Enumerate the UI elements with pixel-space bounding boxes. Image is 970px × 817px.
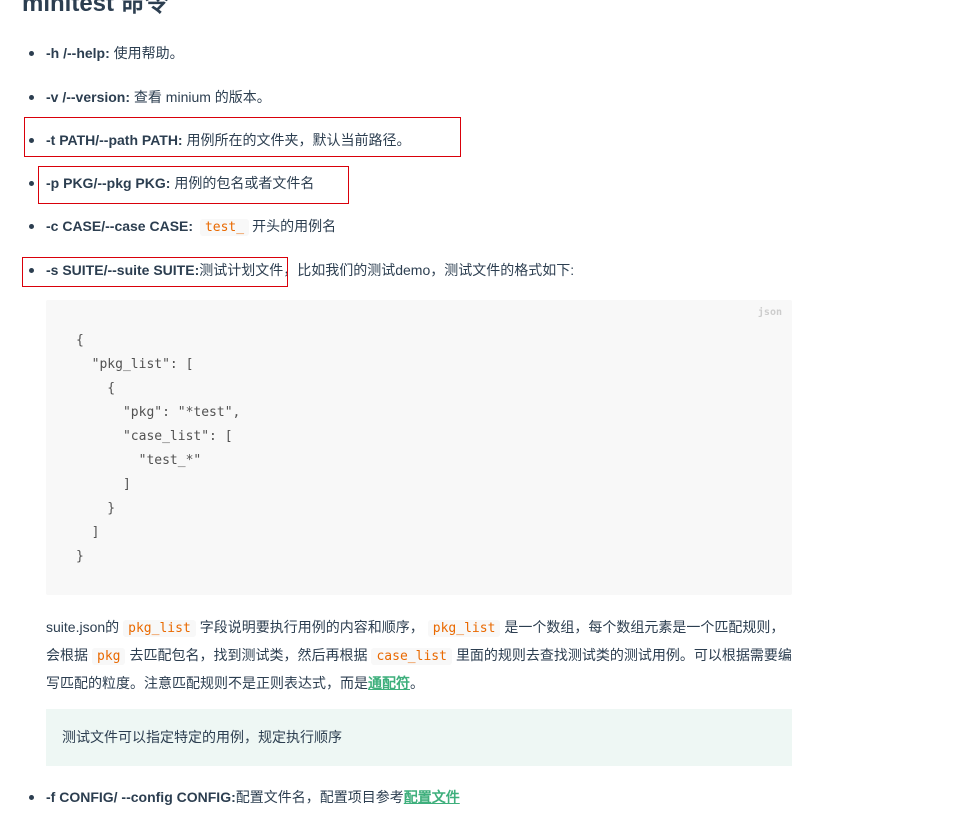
option-flag: -h /--help: [46,45,110,61]
highlight-box-suite [22,257,288,287]
option-description: 开头的用例名 [252,218,337,234]
page-title: minitest 命令 [22,0,169,17]
inline-code: case_list [371,648,452,665]
paragraph-text: 。 [410,675,424,691]
inline-code: test_ [199,219,250,236]
paragraph-text: 字段说明要执行用例的内容和顺序， [199,619,424,635]
tip-box: 测试文件可以指定特定的用例，规定执行顺序 [46,709,792,766]
option-case: -c CASE/--case CASE: test_ 开头的用例名 [28,216,337,238]
option-description: 查看 minium 的版本。 [130,89,271,105]
option-description: 配置文件名，配置项目参考 [235,789,404,805]
option-version: -v /--version: 查看 minium 的版本。 [29,87,271,107]
code-block: json { "pkg_list": [ { "pkg": "*test", "… [46,300,792,595]
option-help: -h /--help: 使用帮助。 [29,43,184,63]
paragraph-text: 去匹配包名，找到测试类，然后再根据 [129,647,368,663]
code-language-label: json [757,307,782,318]
option-flag: -v /--version: [46,89,131,105]
suite-description-paragraph: suite.json的 pkg_list 字段说明要执行用例的内容和顺序， pkg_l… [46,614,792,696]
config-file-link[interactable]: 配置文件 [404,789,460,805]
highlight-box-pkg [38,166,349,204]
option-flag: -f CONFIG/ --config CONFIG: [46,789,236,805]
inline-code: pkg_list [427,620,501,637]
inline-code: pkg_list [123,620,196,637]
code-content: { "pkg_list": [ { "pkg": "*test", "case_… [76,333,241,564]
paragraph-text: suite.json的 [46,619,120,635]
option-flag: -c CASE/--case CASE: [46,218,194,234]
inline-code: pkg [92,648,126,665]
highlight-box-path [24,117,461,157]
option-config: -f CONFIG/ --config CONFIG:配置文件名，配置项目参考配… [29,787,460,807]
wildcard-link[interactable]: 通配符 [368,675,410,691]
option-description: 使用帮助。 [109,45,184,61]
